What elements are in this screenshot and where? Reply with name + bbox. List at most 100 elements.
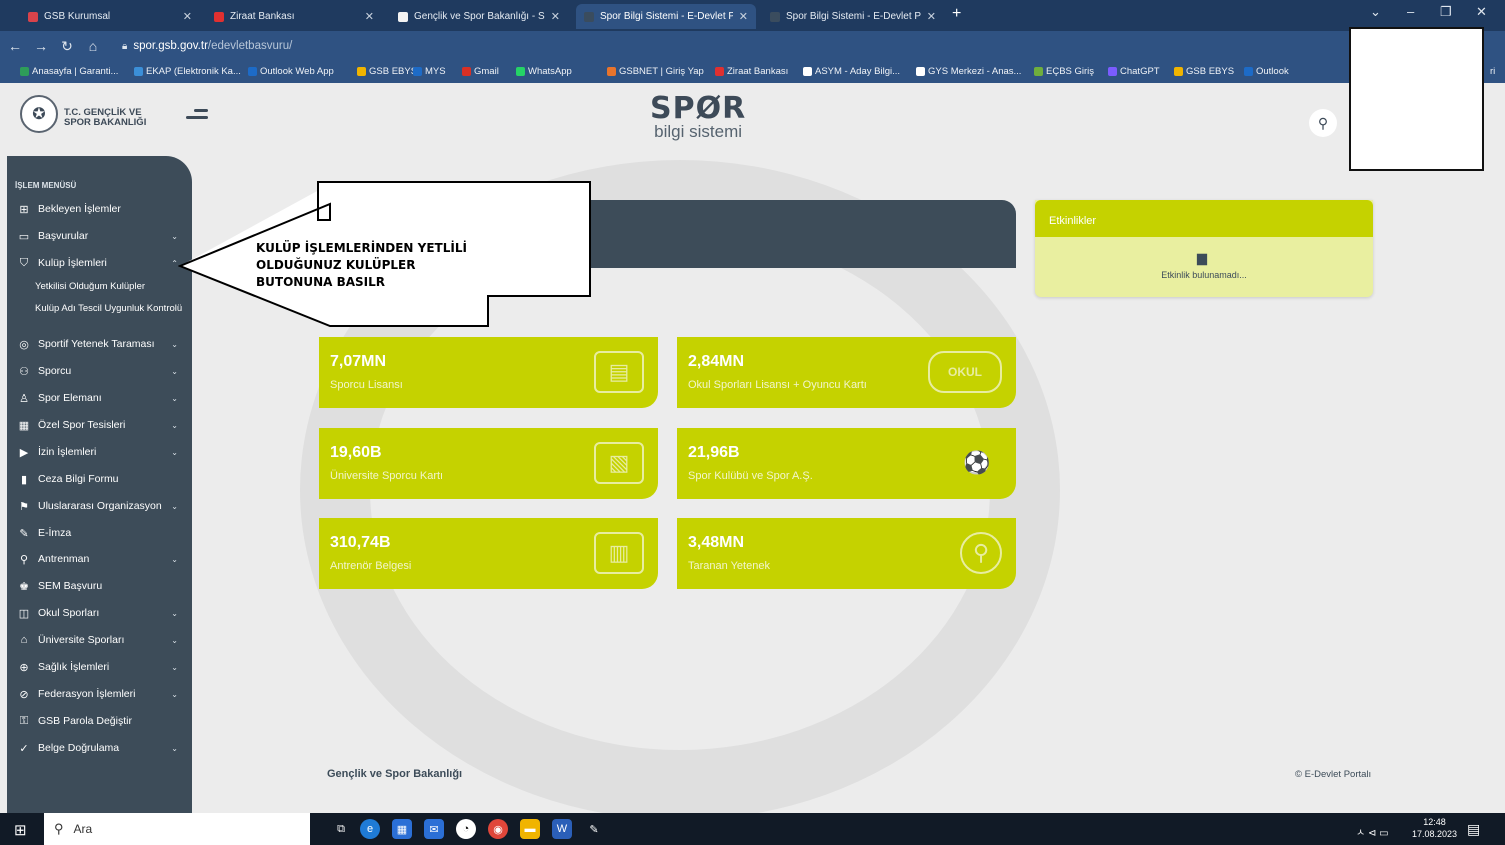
close-icon[interactable]: ✕	[183, 10, 192, 23]
close-icon[interactable]: ✕	[739, 10, 748, 23]
browser-tab[interactable]: GSB Kurumsal ✕	[20, 4, 200, 29]
taskbar-clock[interactable]: 12:48 17.08.2023	[1412, 816, 1457, 840]
browser-tab[interactable]: Ziraat Bankası ✕	[206, 4, 382, 29]
sidebar-item[interactable]: ✓ Belge Doğrulama ⌄	[16, 739, 186, 757]
bookmark-item[interactable]: EÇBS Giriş	[1034, 66, 1094, 77]
taskbar-search[interactable]: ⚲ Ara	[44, 813, 310, 845]
browser-tab-active[interactable]: Spor Bilgi Sistemi - E-Devlet Port ✕	[576, 4, 756, 29]
stat-card-okul-sporlari[interactable]: 2,84MN Okul Sporları Lisansı + Oyuncu Ka…	[677, 337, 1016, 408]
bookmark-item[interactable]: ChatGPT	[1108, 66, 1160, 77]
sidebar-item[interactable]: ⚲ Antrenman ⌄	[16, 550, 186, 568]
bookmark-item[interactable]: WhatsApp	[516, 66, 572, 77]
bookmark-item[interactable]: Ziraat Bankası	[715, 66, 788, 77]
menu-toggle-icon[interactable]	[186, 109, 208, 123]
sidebar-item-label: GSB Parola Değiştir	[38, 715, 132, 727]
events-card: Etkinlikler ▆ Etkinlik bulunamadı...	[1035, 200, 1373, 297]
sidebar-item[interactable]: ✎ E-İmza	[16, 524, 186, 542]
back-icon[interactable]: ←	[4, 38, 26, 54]
bookmark-item[interactable]: Outlook	[1244, 66, 1289, 77]
bookmark-item[interactable]: GYS Merkezi - Anas...	[916, 66, 1021, 77]
sidebar-item[interactable]: ◫ Okul Sporları ⌄	[16, 604, 186, 622]
sidebar-item[interactable]: ⚿ GSB Parola Değiştir	[16, 712, 186, 730]
chevron-icon: ⌃	[171, 258, 178, 268]
chrome-icon[interactable]: ◉	[488, 819, 508, 839]
sidebar-item[interactable]: ⚇ Sporcu ⌄	[16, 362, 186, 380]
sidebar-subitem-kulup-adi-tescil[interactable]: Kulüp Adı Tescil Uygunluk Kontrolü	[35, 304, 185, 314]
bookmarks-bar: Anasayfa | Garanti... EKAP (Elektronik Ka…	[0, 61, 1505, 83]
tab-search-icon[interactable]: ⌄	[1370, 4, 1381, 20]
chevron-icon: ⌄	[171, 608, 178, 618]
bookmark-overflow[interactable]: ri	[1490, 66, 1495, 77]
url-field[interactable]: spor.gsb.gov.tr/edevletbasvuru/	[133, 40, 292, 52]
sidebar-item[interactable]: ♚ SEM Başvuru	[16, 577, 186, 595]
sidebar-item[interactable]: ⊞ Bekleyen İşlemler	[16, 200, 186, 218]
mail-icon[interactable]: ✉	[424, 819, 444, 839]
stat-card-spor-kulubu[interactable]: 21,96B Spor Kulübü ve Spor A.Ş. ⚽	[677, 428, 1016, 499]
bookmark-label: GYS Merkezi - Anas...	[928, 66, 1022, 77]
windows-taskbar: ⊞ ⚲ Ara ⧉ e ▦ ✉ ◔ ◉ ▬ W ✎ ㅅ ⊲ ▭ 12:48 17…	[0, 813, 1505, 845]
stat-label: Antrenör Belgesi	[330, 560, 412, 572]
sidebar-item[interactable]: ▮ Ceza Bilgi Formu	[16, 470, 186, 488]
sidebar-item[interactable]: ◎ Sportif Yetenek Taraması ⌄	[16, 335, 186, 353]
chevron-icon: ⌄	[171, 743, 178, 753]
ministry-name[interactable]: T.C. GENÇLİK VE SPOR BAKANLIĞI	[64, 108, 146, 128]
task-view-icon[interactable]: ⧉	[331, 819, 351, 839]
sidebar-item[interactable]: ⚑ Uluslararası Organizasyon ⌄	[16, 497, 186, 515]
minimize-button[interactable]: –	[1407, 4, 1414, 19]
maximize-button[interactable]: ❐	[1440, 4, 1452, 20]
browser-tab[interactable]: Gençlik ve Spor Bakanlığı - Spor ✕	[390, 4, 568, 29]
close-window-button[interactable]: ✕	[1476, 4, 1487, 20]
bookmark-item[interactable]: GSB EBYS	[357, 66, 417, 77]
close-icon[interactable]: ✕	[551, 10, 560, 23]
sidebar-item[interactable]: ⊘ Federasyon İşlemleri ⌄	[16, 685, 186, 703]
sidebar-subitem-yetkilisi-oldugum-kulupler[interactable]: Yetkilisi Olduğum Kulüpler	[35, 282, 185, 292]
bookmark-item[interactable]: GSB EBYS	[1174, 66, 1234, 77]
new-tab-button[interactable]: +	[952, 5, 961, 23]
edge-icon[interactable]: e	[360, 819, 380, 839]
sidebar-item[interactable]: ⌂ Üniversite Sporları ⌄	[16, 631, 186, 649]
sidebar-item[interactable]: ♙ Spor Elemanı ⌄	[16, 389, 186, 407]
word-icon[interactable]: W	[552, 819, 572, 839]
stat-card-universite-sporcu-karti[interactable]: 19,60B Üniversite Sporcu Kartı ▧	[319, 428, 658, 499]
notification-icon[interactable]: ▤	[1467, 821, 1480, 838]
url-path: /edevletbasvuru/	[207, 40, 293, 52]
sidebar-item[interactable]: ▭ Başvurular ⌄	[16, 227, 186, 245]
lock-icon[interactable]: 🔒︎	[122, 41, 127, 52]
bookmark-item[interactable]: MYS	[413, 66, 446, 77]
bookmark-label: Outlook	[1256, 66, 1289, 77]
bookmark-item[interactable]: Gmail	[462, 66, 499, 77]
menu-item-icon: ✎	[19, 527, 29, 540]
bookmark-item[interactable]: Anasayfa | Garanti...	[20, 66, 118, 77]
whatsapp-icon[interactable]: ◔	[456, 819, 476, 839]
windows-start-icon[interactable]: ⊞	[14, 821, 27, 839]
sidebar-item[interactable]: ⛉ Kulüp İşlemleri ⌃	[16, 254, 186, 272]
forward-icon[interactable]: →	[30, 38, 52, 54]
sidebar-item[interactable]: ▦ Özel Spor Tesisleri ⌄	[16, 416, 186, 434]
spor-bilgi-sistemi-logo[interactable]: SPØR bilgi sistemi	[650, 94, 746, 141]
system-tray-icons[interactable]: ㅅ ⊲ ▭	[1356, 824, 1389, 839]
menu-item-icon: ▭	[18, 230, 30, 243]
stat-card-sporcu-lisansi[interactable]: 7,07MN Sporcu Lisansı ▤	[319, 337, 658, 408]
store-icon[interactable]: ▦	[392, 819, 412, 839]
bookmark-item[interactable]: ASYM - Aday Bilgi...	[803, 66, 900, 77]
bookmark-item[interactable]: GSBNET | Giriş Yap	[607, 66, 704, 77]
home-icon[interactable]: ⌂	[82, 38, 104, 54]
app-icon[interactable]: ✎	[584, 819, 604, 839]
stat-card-antrenor-belgesi[interactable]: 310,74B Antrenör Belgesi ▥	[319, 518, 658, 589]
stat-card-taranan-yetenek[interactable]: 3,48MN Taranan Yetenek ⚲	[677, 518, 1016, 589]
menu-item-icon: ♙	[19, 392, 29, 405]
reload-icon[interactable]: ↻	[56, 38, 78, 55]
bookmark-favicon-icon	[462, 67, 471, 76]
bookmark-item[interactable]: Outlook Web App	[248, 66, 334, 77]
bookmark-favicon-icon	[916, 67, 925, 76]
sidebar-item-label: Üniversite Sporları	[38, 634, 125, 646]
browser-tab[interactable]: Spor Bilgi Sistemi - E-Devlet Port ✕	[762, 4, 944, 29]
close-icon[interactable]: ✕	[927, 10, 936, 23]
search-icon[interactable]: ⚲	[1309, 109, 1337, 137]
file-explorer-icon[interactable]: ▬	[520, 819, 540, 839]
sidebar-item[interactable]: ⊕ Sağlık İşlemleri ⌄	[16, 658, 186, 676]
bookmark-item[interactable]: EKAP (Elektronik Ka...	[134, 66, 241, 77]
ministry-seal-logo[interactable]: ✪	[20, 95, 58, 133]
sidebar-item[interactable]: ▶ İzin İşlemleri ⌄	[16, 443, 186, 461]
close-icon[interactable]: ✕	[365, 10, 374, 23]
